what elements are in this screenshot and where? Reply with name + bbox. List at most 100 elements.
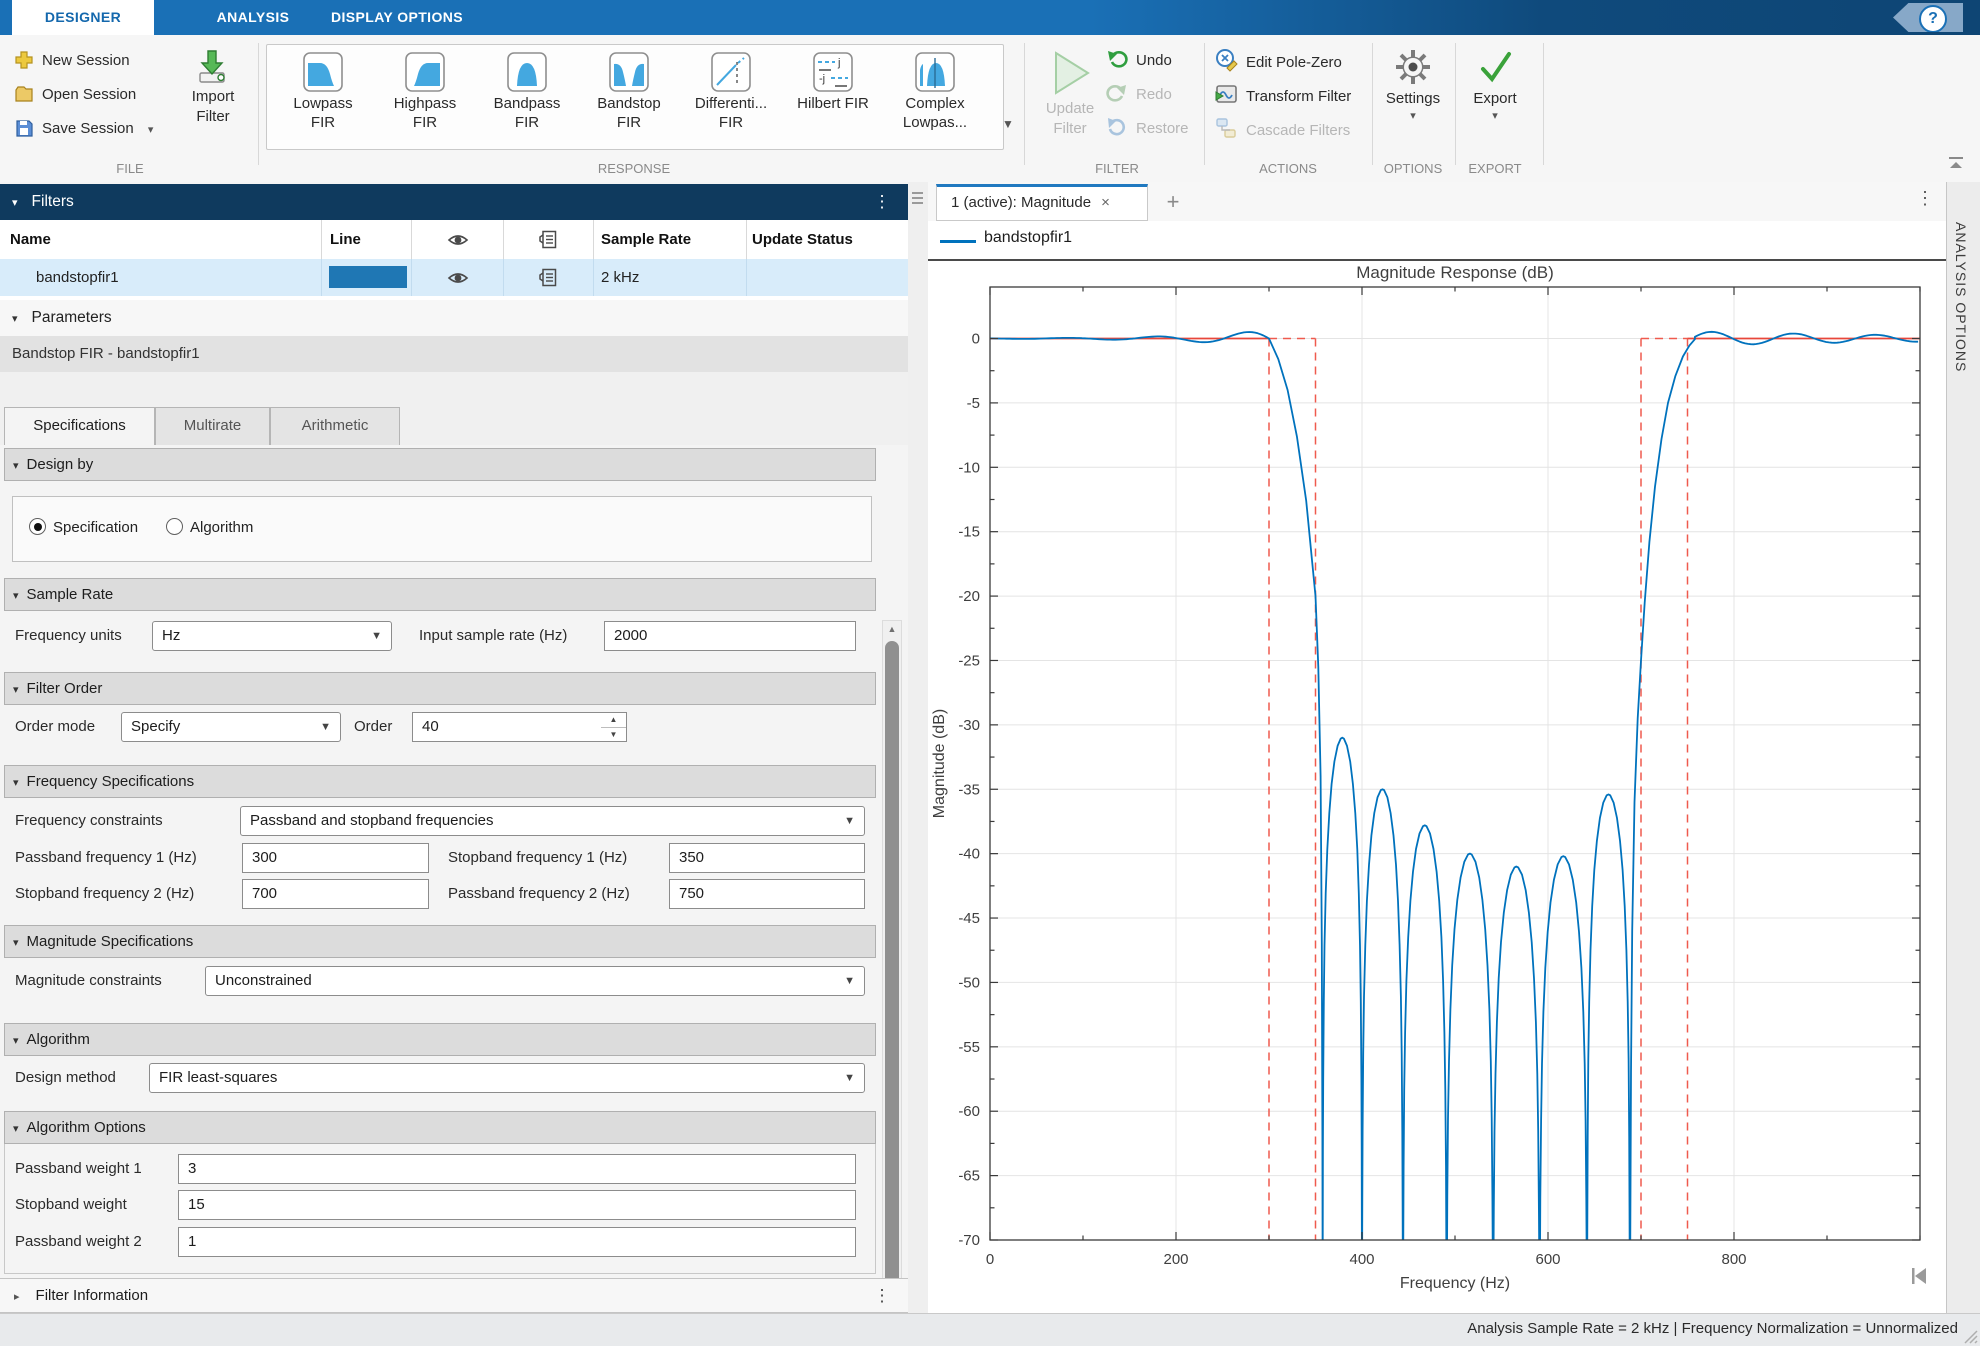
display-panel: 1 (active): Magnitude× + ⋮ bandstopfir1 … [928,182,1946,1313]
update-filter-button[interactable]: Update Filter [1038,47,1102,139]
complex-lowpass-fir-button[interactable]: Complex Lowpas... [884,50,986,132]
response-section-label: RESPONSE [564,161,704,179]
export-button[interactable]: Export ▾ [1462,47,1528,122]
input-sample-rate-field[interactable]: 2000 [604,621,856,651]
display-menu-dots[interactable]: ⋮ [1916,188,1934,209]
lowpass-fir-button[interactable]: Lowpass FIR [272,50,374,132]
passband-weight-2-field[interactable]: 1 [178,1227,856,1257]
redo-button[interactable]: Redo [1106,82,1172,108]
tab-display-options[interactable]: DISPLAY OPTIONS [312,0,482,35]
bandpass-fir-button[interactable]: Bandpass FIR [476,50,578,132]
magnitude-response-plot[interactable]: 02004006008000-5-10-15-20-25-30-35-40-45… [928,262,1946,1310]
svg-text:200: 200 [1163,1251,1188,1268]
svg-text:j: j [837,57,840,69]
visibility-eye-icon[interactable] [447,270,469,286]
differentiator-fir-button[interactable]: Differenti... FIR [680,50,782,132]
svg-text:Magnitude (dB): Magnitude (dB) [931,709,948,818]
undo-button[interactable]: Undo [1106,48,1172,74]
stopband-weight-field[interactable]: 15 [178,1190,856,1220]
add-display-tab-button[interactable]: + [1160,190,1186,216]
filter-table-row[interactable]: bandstopfir1 2 kHz [0,259,908,297]
highpass-fir-icon [403,50,447,94]
panel-splitter[interactable] [908,182,929,1313]
lowpass-fir-icon [301,50,345,94]
svg-text:-50: -50 [958,974,980,991]
sample-rate-section-header[interactable]: ▾Sample Rate [4,578,876,611]
filter-order-section-header[interactable]: ▾Filter Order [4,672,876,705]
radio-specification[interactable]: Specification [29,516,138,540]
svg-text:-20: -20 [958,588,980,605]
scrollbar-thumb[interactable] [885,641,899,1346]
response-gallery-dropdown-arrow[interactable]: ▼ [1002,117,1014,131]
annotation-doc-icon[interactable] [539,268,557,287]
svg-text:-25: -25 [958,652,980,669]
highpass-fir-button[interactable]: Highpass FIR [374,50,476,132]
line-color-swatch[interactable] [329,266,407,288]
import-filter-button[interactable]: Import Filter [182,47,244,127]
frequency-constraints-dropdown[interactable]: Passband and stopband frequencies▼ [240,806,865,836]
filters-panel-header[interactable]: ▾Filters ⋮ [0,184,908,220]
filter-section-label: FILTER [1047,161,1187,179]
save-session-dropdown-arrow[interactable]: ▾ [148,124,154,136]
stepper-down-icon[interactable]: ▼ [601,728,626,741]
svg-text:Frequency (Hz): Frequency (Hz) [1400,1275,1510,1292]
order-mode-dropdown[interactable]: Specify▼ [121,712,341,742]
settings-button[interactable]: Settings ▾ [1380,47,1446,122]
filter-information-header[interactable]: ▸Filter Information ⋮ [0,1278,908,1313]
algorithm-section-header[interactable]: ▾Algorithm [4,1023,876,1056]
magnitude-constraints-dropdown[interactable]: Unconstrained▼ [205,966,865,996]
cascade-filters-button[interactable]: Cascade Filters [1214,116,1350,142]
parameters-subtitle: Bandstop FIR - bandstopfir1 [0,336,908,372]
filter-sample-rate: 2 kHz [601,259,639,296]
svg-text:-60: -60 [958,1103,980,1120]
parameters-scrollbar[interactable]: ▲ ▼ [882,620,902,1346]
tab-analysis[interactable]: ANALYSIS [196,0,310,35]
design-method-dropdown[interactable]: FIR least-squares▼ [149,1063,865,1093]
edit-pole-zero-button[interactable]: Edit Pole-Zero [1214,48,1342,74]
magnitude-display-tab[interactable]: 1 (active): Magnitude× [936,184,1148,221]
help-button[interactable]: ? [1919,5,1947,33]
collapse-ribbon-button[interactable] [1946,155,1966,171]
frequency-units-dropdown[interactable]: Hz▼ [152,621,392,651]
gear-icon [1393,47,1433,87]
tab-specifications[interactable]: Specifications [4,407,155,445]
algorithm-options-section-header[interactable]: ▾Algorithm Options [4,1111,876,1144]
hilbert-fir-button[interactable]: j-j Hilbert FIR [782,50,884,113]
analysis-options-strip[interactable]: ANALYSIS OPTIONS [1946,182,1980,1313]
order-stepper[interactable]: ▲ ▼ [601,712,627,742]
close-tab-icon[interactable]: × [1101,194,1110,211]
magnitude-specifications-section-header[interactable]: ▾Magnitude Specifications [4,925,876,958]
filter-information-menu-dots[interactable]: ⋮ [872,1279,892,1312]
new-session-button[interactable]: New Session [14,48,130,74]
radio-algorithm[interactable]: Algorithm [166,516,253,540]
redo-icon [1106,82,1128,104]
restore-button[interactable]: Restore [1106,116,1189,142]
open-session-button[interactable]: Open Session [14,82,136,108]
display-tab-bar: 1 (active): Magnitude× + ⋮ [928,182,1946,222]
design-by-section-header[interactable]: ▾Design by [4,448,876,481]
filters-table-header: Name Line Sample Rate Update Status [0,220,908,260]
stopband-frequency-1-field[interactable]: 350 [669,843,865,873]
design-by-group: Specification Algorithm [12,496,872,562]
svg-text:-70: -70 [958,1232,980,1249]
passband-frequency-2-field[interactable]: 750 [669,879,865,909]
filters-menu-dots[interactable]: ⋮ [872,184,892,220]
tab-designer[interactable]: DESIGNER [12,0,154,35]
transform-filter-button[interactable]: Transform Filter [1214,82,1351,108]
resize-grip-icon[interactable] [1964,1330,1978,1344]
svg-text:-15: -15 [958,524,980,541]
order-field[interactable]: 40 [412,712,602,742]
tab-multirate[interactable]: Multirate [155,407,270,445]
frequency-specifications-section-header[interactable]: ▾Frequency Specifications [4,765,876,798]
check-icon [1475,47,1515,87]
passband-frequency-1-field[interactable]: 300 [242,843,429,873]
parameters-panel-header[interactable]: ▾Parameters ⋮ [0,300,908,336]
passband-weight-1-field[interactable]: 3 [178,1154,856,1184]
scroll-up-icon[interactable]: ▲ [883,621,901,637]
bandstop-fir-button[interactable]: Bandstop FIR [578,50,680,132]
stepper-up-icon[interactable]: ▲ [601,713,626,728]
stopband-frequency-2-field[interactable]: 700 [242,879,429,909]
collapse-analysis-panel-icon[interactable] [1908,1265,1930,1291]
save-session-button[interactable]: Save Session ▾ [14,116,153,142]
tab-arithmetic[interactable]: Arithmetic [270,407,400,445]
